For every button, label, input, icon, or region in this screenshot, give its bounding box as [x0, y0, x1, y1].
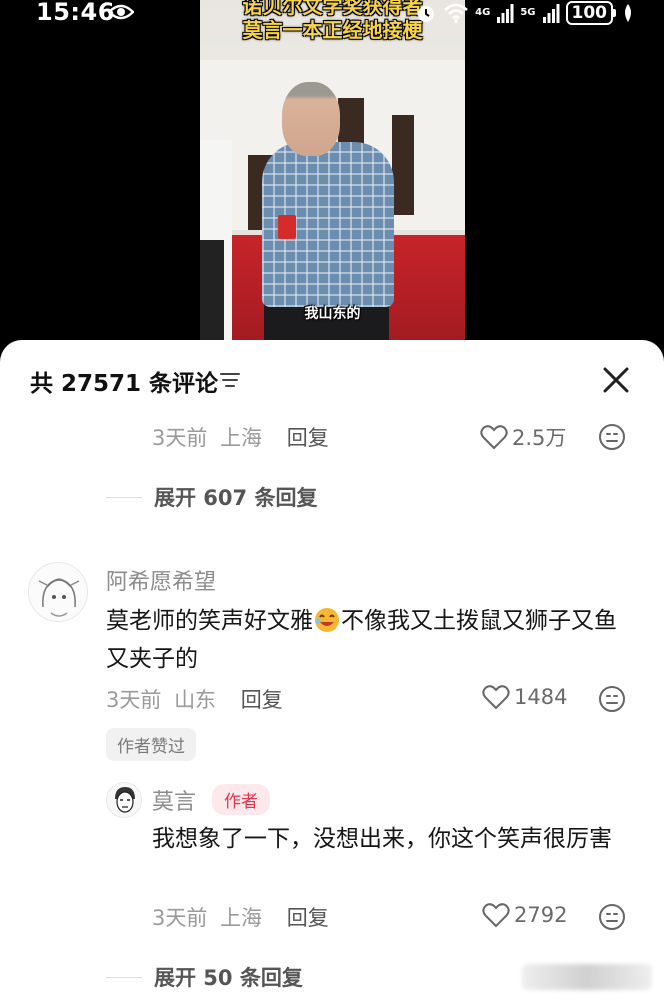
heart-icon: [480, 425, 508, 450]
comment-1-expand-replies[interactable]: 展开 607 条回复: [106, 482, 317, 512]
comment-3-time: 3天前: [152, 906, 208, 930]
video-man-head: [282, 82, 340, 156]
comment-2-reply-button[interactable]: 回复: [241, 688, 283, 712]
comment-2-like-button[interactable]: 1484: [482, 684, 567, 710]
leaf-icon: [625, 4, 631, 22]
status-icons: 4G 5G 100: [415, 1, 634, 25]
comment-3-meta: 3天前 上海 回复: [152, 902, 329, 932]
heart-icon: [482, 685, 510, 710]
video-player[interactable]: 诺贝尔文学奖获得者 莫言一本正经地接梗 我山东的: [200, 0, 465, 345]
comment-1-reply-button[interactable]: 回复: [287, 426, 329, 450]
status-bar: 15:46 4G 5G 100: [0, 0, 664, 26]
author-liked-badge: 作者赞过: [106, 728, 196, 761]
comment-3-like-button[interactable]: 2792: [482, 902, 567, 928]
comment-2-text: 莫老师的笑声好文雅 不像我又土拨鼠又狮子又鱼又夹子的: [106, 602, 636, 678]
comment-2-text-part1: 莫老师的笑声好文雅: [106, 608, 313, 634]
battery-indicator: 100: [565, 1, 616, 25]
comment-3-emoji-react-icon[interactable]: [598, 903, 626, 931]
comment-sheet-header: 共 27571 条评论: [0, 340, 664, 420]
blurred-watermark: [522, 964, 652, 990]
video-door-right: [392, 115, 414, 215]
comment-2-emoji-react-icon[interactable]: [598, 685, 626, 713]
comment-3-expand-replies[interactable]: 展开 50 条回复: [106, 962, 303, 992]
comment-1-time: 3天前: [152, 426, 208, 450]
portrait-avatar-icon: [107, 783, 141, 817]
expand-divider: [106, 976, 142, 978]
comment-2-location: 山东: [174, 688, 217, 712]
comment-1-emoji-react-icon[interactable]: [598, 423, 626, 451]
heart-icon: [482, 903, 510, 928]
comment-2-meta: 3天前 山东 回复: [106, 684, 283, 714]
comment-2-username[interactable]: 阿希愿希望: [106, 564, 216, 596]
net-label-4g: 4G: [475, 7, 491, 18]
anime-avatar-icon: [29, 563, 87, 621]
signal-icon-1: [497, 4, 514, 23]
comment-3-expand-label: 展开 50 条回复: [154, 966, 303, 990]
comment-2-time: 3天前: [106, 688, 162, 712]
video-person-left-legs: [200, 240, 224, 345]
comment-3-like-count: 2792: [514, 903, 568, 927]
avatar[interactable]: [28, 562, 88, 622]
comment-3-location: 上海: [220, 906, 263, 930]
author-tag-badge: 作者: [212, 784, 270, 815]
comment-1-location: 上海: [220, 426, 263, 450]
battery-tip: [613, 9, 616, 17]
comment-3-username[interactable]: 莫言: [152, 784, 196, 816]
wifi-icon: [444, 3, 469, 23]
video-subtitle: 我山东的: [304, 306, 361, 322]
close-icon[interactable]: [600, 364, 632, 396]
status-time: 15:46: [36, 0, 115, 26]
comment-1-expand-label: 展开 607 条回复: [154, 486, 318, 510]
laughing-emoji-icon: [315, 608, 339, 632]
alarm-icon: [418, 6, 435, 22]
comment-1-like-button[interactable]: 2.5万: [480, 422, 566, 452]
net-label-5g: 5G: [520, 7, 536, 18]
video-man-badge: [278, 215, 296, 239]
battery-level: 100: [565, 1, 613, 25]
author-avatar[interactable]: [106, 782, 142, 818]
comment-count-title: 共 27571 条评论: [30, 371, 219, 397]
comment-3-text: 我想象了一下，没想出来，你这个笑声很厉害: [152, 826, 612, 852]
signal-icon-2: [542, 4, 559, 23]
comment-sheet: 共 27571 条评论 3天前 上海 回复 2.5万 展开 607 条回复 阿希…: [0, 340, 664, 1000]
expand-divider: [106, 496, 142, 498]
comment-2-like-count: 1484: [514, 685, 568, 709]
comment-1-meta: 3天前 上海 回复: [152, 422, 329, 452]
comment-1-like-count: 2.5万: [512, 426, 567, 450]
eye-icon: [108, 4, 134, 20]
sort-filter-icon[interactable]: [218, 370, 242, 390]
comment-3-reply-button[interactable]: 回复: [287, 906, 329, 930]
